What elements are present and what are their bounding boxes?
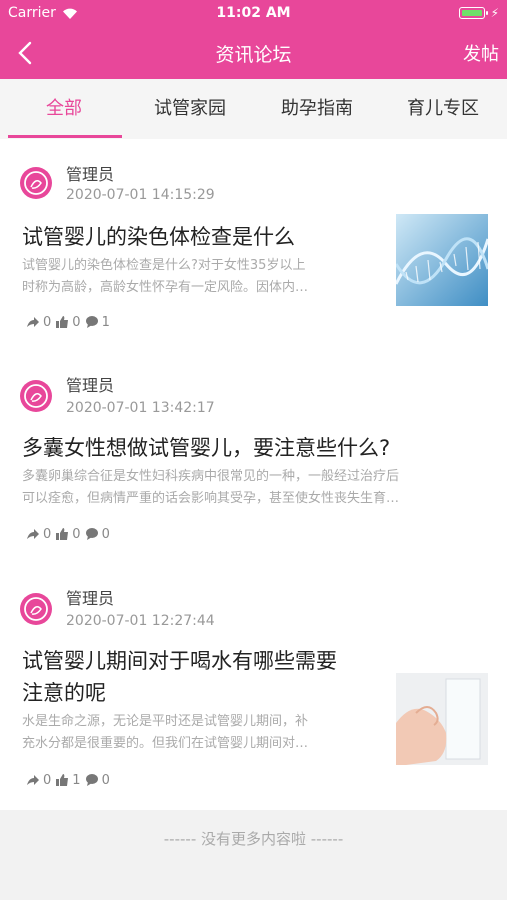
category-tabs: 全部 试管家园 助孕指南 育儿专区 (0, 79, 507, 139)
post-excerpt: 多囊卵巢综合征是女性妇科疾病中很常见的一种，一般经过治疗后 可以痊愈，但病情严重… (22, 469, 400, 506)
status-bar: Carrier 11:02 AM ⚡ (0, 0, 507, 28)
post-stats: 0 0 0 (26, 525, 114, 543)
list-footer: ------ 没有更多内容啦 ------ (0, 810, 507, 900)
post-author: 管理员 (66, 589, 115, 608)
comment-icon[interactable] (85, 315, 99, 329)
share-icon[interactable] (26, 315, 40, 329)
tab-parenting[interactable]: 育儿专区 (380, 79, 506, 139)
tab-fertility-guide[interactable]: 助孕指南 (254, 79, 380, 139)
active-tab-indicator (8, 135, 122, 138)
post-stats: 0 0 1 (26, 313, 114, 331)
post-title[interactable]: 试管婴儿期间对于喝水有哪些需要 注意的呢 (22, 645, 337, 709)
post-excerpt: 试管婴儿的染色体检查是什么?对于女性35岁以上 时称为高龄，高龄女性怀孕有一定风… (22, 258, 309, 295)
tab-all[interactable]: 全部 (1, 79, 127, 139)
comment-icon[interactable] (85, 773, 99, 787)
avatar (20, 380, 52, 412)
nav-bar: 资讯论坛 发帖 (0, 28, 507, 79)
avatar (20, 593, 52, 625)
dna-thumbnail[interactable] (396, 214, 488, 306)
new-post-button[interactable]: 发帖 (463, 40, 499, 66)
post-stats: 0 1 0 (26, 771, 114, 789)
post-item[interactable]: 管理员 2020-07-01 14:15:29 试管婴儿的染色体检查是什么 试管… (0, 139, 507, 349)
post-title[interactable]: 试管婴儿的染色体检查是什么 (22, 221, 295, 253)
share-icon[interactable] (26, 527, 40, 541)
water-glass-thumbnail[interactable] (396, 673, 488, 765)
header: Carrier 11:02 AM ⚡ 资讯论坛 发帖 (0, 0, 507, 79)
post-date: 2020-07-01 12:27:44 (66, 613, 215, 629)
post-title[interactable]: 多囊女性想做试管婴儿，要注意些什么? (22, 432, 390, 464)
post-date: 2020-07-01 13:42:17 (66, 400, 215, 416)
avatar (20, 167, 52, 199)
battery-icon (459, 7, 488, 19)
post-date: 2020-07-01 14:15:29 (66, 187, 215, 203)
charging-icon: ⚡ (490, 6, 499, 20)
post-item[interactable]: 管理员 2020-07-01 12:27:44 试管婴儿期间对于喝水有哪些需要 … (0, 565, 507, 805)
like-icon[interactable] (55, 527, 69, 541)
no-more-content-label: ------ 没有更多内容啦 ------ (163, 830, 344, 848)
like-icon[interactable] (55, 773, 69, 787)
post-author: 管理员 (66, 165, 115, 184)
post-author: 管理员 (66, 376, 115, 395)
clock: 11:02 AM (216, 5, 291, 21)
like-icon[interactable] (55, 315, 69, 329)
page-title: 资讯论坛 (215, 44, 292, 66)
post-excerpt: 水是生命之源，无论是平时还是试管婴儿期间，补 充水分都是很重要的。但我们在试管婴… (22, 714, 309, 751)
tab-ivf-home[interactable]: 试管家园 (127, 79, 253, 139)
post-item[interactable]: 管理员 2020-07-01 13:42:17 多囊女性想做试管婴儿，要注意些什… (0, 352, 507, 562)
comment-icon[interactable] (85, 527, 99, 541)
share-icon[interactable] (26, 773, 40, 787)
